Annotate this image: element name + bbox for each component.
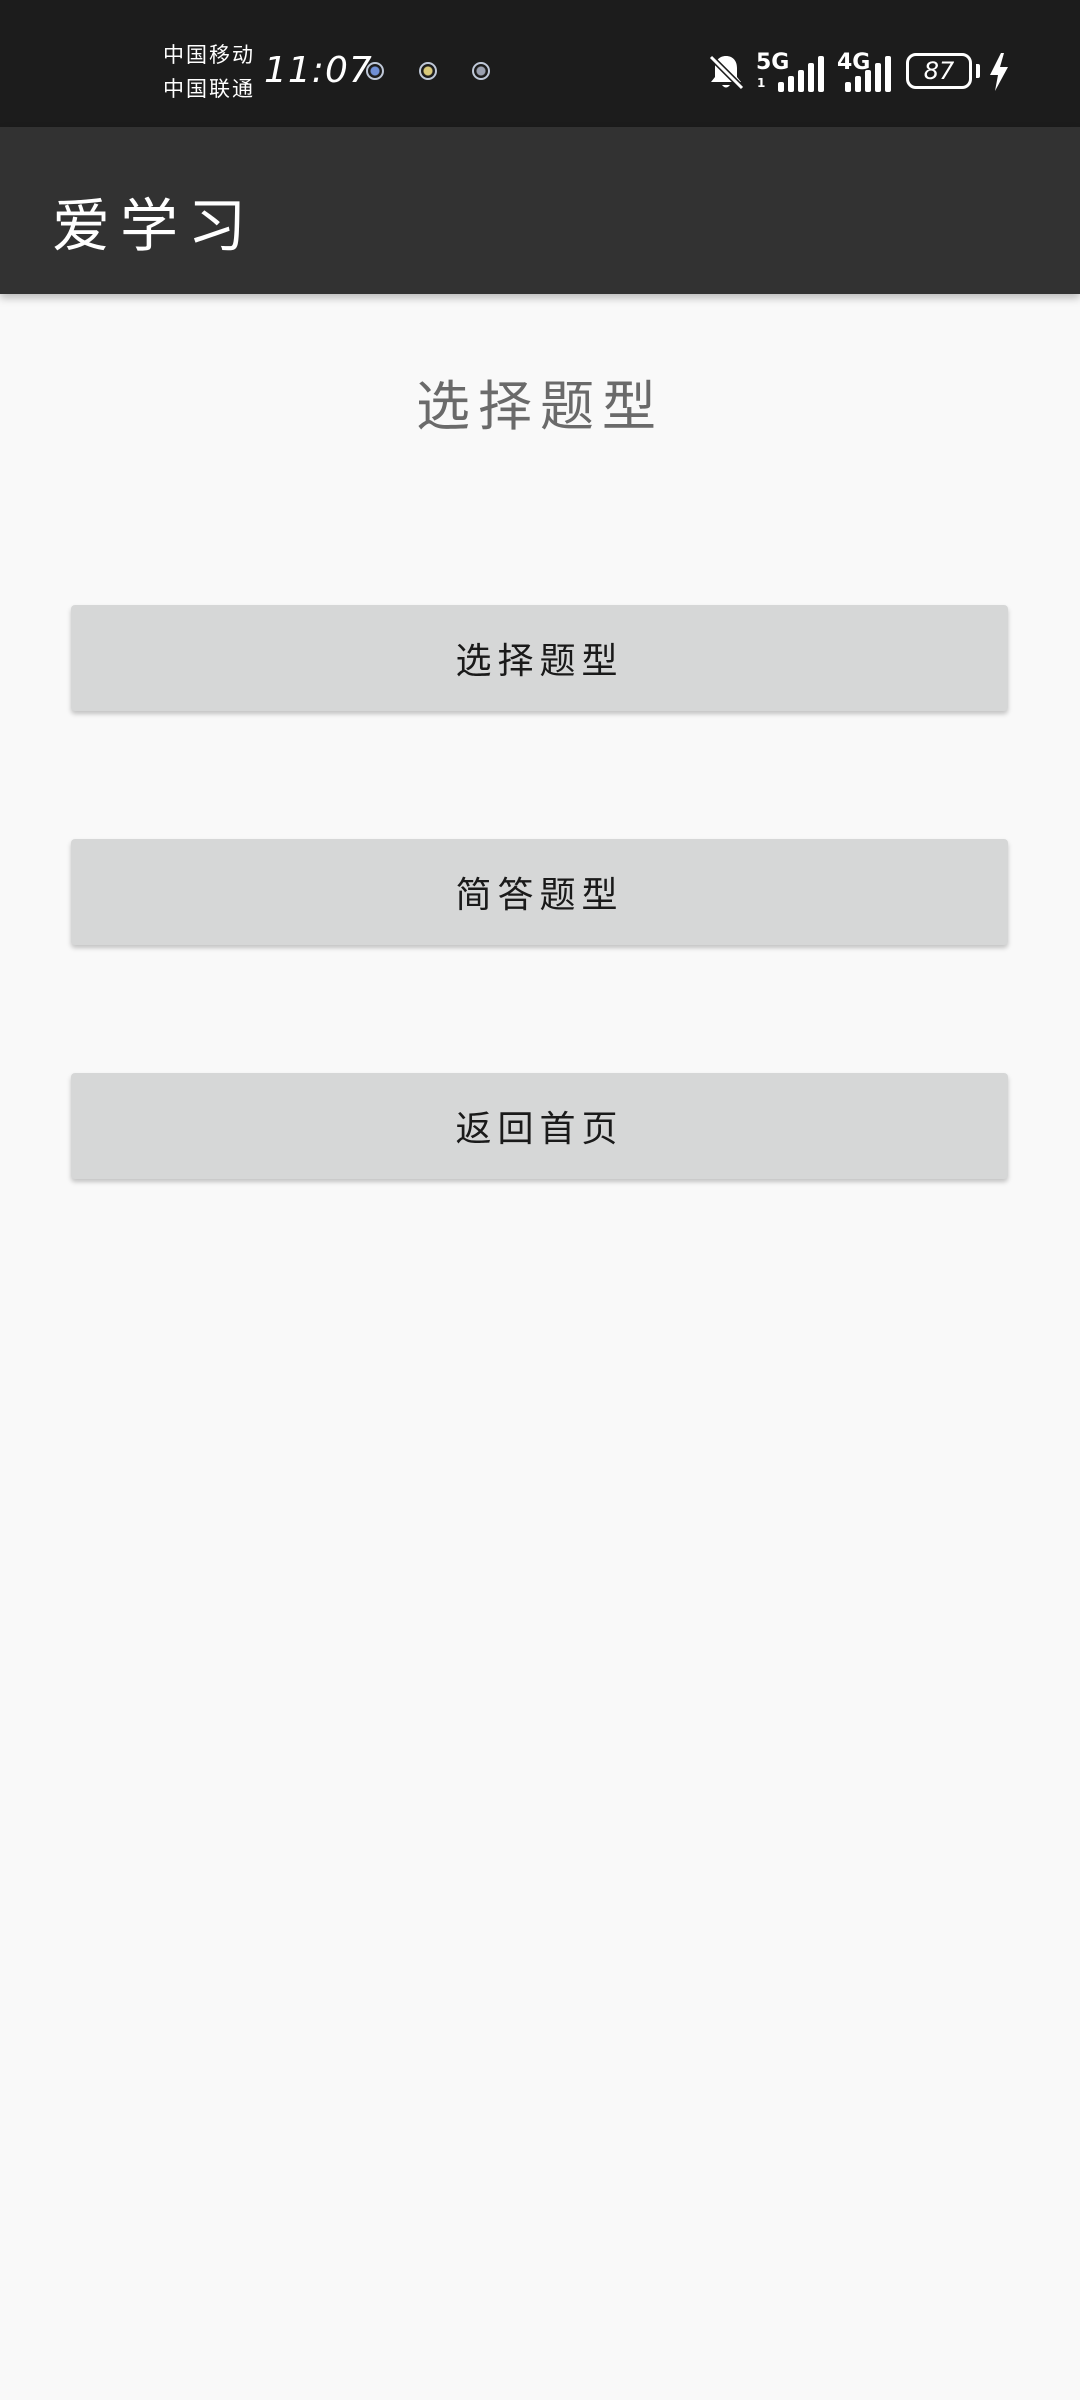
charging-bolt-icon xyxy=(990,53,1008,91)
app-bar: 爱学习 xyxy=(0,127,1080,294)
signal-icon xyxy=(778,54,824,92)
notification-app-icon xyxy=(419,62,437,80)
carrier-1: 中国移动 xyxy=(163,43,255,67)
app-title: 爱学习 xyxy=(52,192,257,260)
battery-tip xyxy=(976,64,980,78)
short-answer-questions-button[interactable]: 简答题型 xyxy=(71,839,1008,945)
back-home-button[interactable]: 返回首页 xyxy=(71,1073,1008,1179)
status-bar: 中国移动 中国联通 11:07 5G 1 4G 87 xyxy=(0,0,1080,127)
choice-questions-button[interactable]: 选择题型 xyxy=(71,605,1008,711)
status-clock: 11:07 xyxy=(264,50,373,91)
carrier-info: 中国移动 中国联通 xyxy=(163,38,255,106)
bell-off-icon xyxy=(708,54,745,91)
notification-app-icon xyxy=(472,62,490,80)
signal-icon xyxy=(845,54,891,92)
notification-app-icon xyxy=(366,62,384,80)
carrier-2: 中国联通 xyxy=(163,77,255,101)
page-title: 选择题型 xyxy=(416,375,664,438)
battery-level: 87 xyxy=(923,57,955,85)
battery-icon: 87 xyxy=(906,53,972,89)
network-sub: 1 xyxy=(757,76,766,90)
